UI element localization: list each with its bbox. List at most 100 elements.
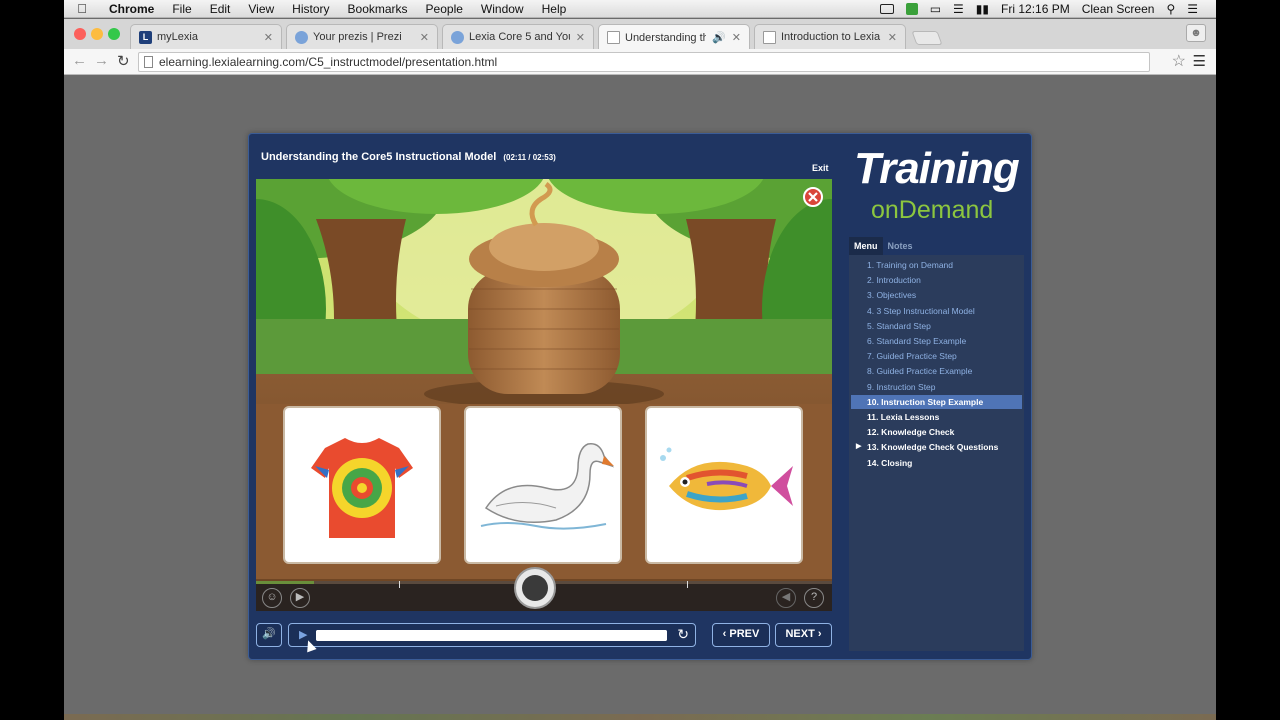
prev-button[interactable]: ‹ PREV bbox=[712, 623, 770, 647]
tab-understanding-core[interactable]: Understanding the Core 🔊 ✕ bbox=[598, 24, 750, 50]
tab-notes[interactable]: Notes bbox=[883, 237, 918, 255]
brand-ondemand: onDemand bbox=[871, 196, 994, 224]
menu-item[interactable]: 5. Standard Step bbox=[851, 319, 1022, 333]
page-icon bbox=[607, 31, 620, 44]
apple-icon[interactable]:  bbox=[64, 1, 100, 16]
menu-item[interactable]: 8. Guided Practice Example bbox=[851, 364, 1022, 378]
next-button[interactable]: NEXT › bbox=[775, 623, 832, 647]
menu-item[interactable]: 11. Lexia Lessons bbox=[851, 410, 1022, 424]
playback-bar[interactable]: ▶ ↻ bbox=[288, 623, 696, 647]
airplay-icon[interactable]: ▭ bbox=[924, 2, 947, 16]
exit-button[interactable]: Exit bbox=[812, 163, 829, 173]
speaker-icon[interactable]: ▶ bbox=[290, 588, 310, 608]
close-tab-icon[interactable]: ✕ bbox=[420, 31, 429, 44]
panel-tabs: Menu Notes bbox=[849, 237, 918, 255]
hint-person-icon[interactable]: ☺ bbox=[262, 588, 282, 608]
notification-center-icon[interactable]: ☰ bbox=[1181, 2, 1204, 16]
tab-lexia-core5[interactable]: Lexia Core 5 and You by Ki ✕ bbox=[442, 24, 594, 49]
chrome-menu-icon[interactable]: ☰ bbox=[1193, 52, 1206, 70]
wifi-icon[interactable]: ☰ bbox=[947, 2, 970, 16]
menu-edit[interactable]: Edit bbox=[201, 2, 240, 16]
next-label: NEXT bbox=[785, 628, 815, 640]
menu-item-label: 11. Lexia Lessons bbox=[867, 412, 940, 422]
chevron-left-icon: ‹ bbox=[722, 628, 727, 640]
close-tab-icon[interactable]: ✕ bbox=[264, 31, 273, 44]
elapsed-time: (02:11 / 02:53) bbox=[503, 153, 556, 162]
close-activity-icon[interactable] bbox=[803, 187, 823, 207]
menu-item[interactable]: 10. Instruction Step Example bbox=[851, 394, 1022, 409]
replay-audio-icon[interactable]: ◀ bbox=[776, 588, 796, 608]
battery-icon[interactable]: ▮▮ bbox=[970, 2, 995, 16]
browser-toolbar: ← → ↻ elearning.lexialearning.com/C5_ins… bbox=[64, 49, 1216, 75]
menu-item[interactable]: 14. Closing bbox=[851, 456, 1022, 470]
menu-window[interactable]: Window bbox=[472, 2, 533, 16]
menu-item-label: 14. Closing bbox=[867, 457, 913, 468]
close-tab-icon[interactable]: ✕ bbox=[732, 31, 741, 44]
card-tie-dye-shirt[interactable] bbox=[283, 406, 441, 564]
lesson-stage bbox=[256, 179, 832, 611]
activity-scrub-fill bbox=[256, 581, 314, 584]
clock[interactable]: Fri 12:16 PM bbox=[995, 2, 1076, 16]
menu-item-label: 6. Standard Step Example bbox=[867, 336, 967, 346]
close-tab-icon[interactable]: ✕ bbox=[888, 31, 897, 44]
menu-item[interactable]: 1. Training on Demand bbox=[851, 258, 1022, 272]
menu-item[interactable]: 9. Instruction Step bbox=[851, 380, 1022, 394]
progress-track[interactable] bbox=[316, 630, 667, 641]
menu-item[interactable]: 2. Introduction bbox=[851, 273, 1022, 287]
back-arrow-icon[interactable]: ← bbox=[72, 52, 87, 69]
menu-help[interactable]: Help bbox=[533, 2, 576, 16]
volume-button[interactable]: 🔊 bbox=[256, 623, 282, 647]
go-button[interactable] bbox=[514, 567, 556, 609]
menu-item[interactable]: ▶ 13. Knowledge Check Questions bbox=[851, 440, 1022, 454]
prezi-icon bbox=[295, 30, 308, 44]
minimize-window-button[interactable] bbox=[91, 28, 103, 40]
tab-intro-lexia[interactable]: Introduction to Lexia Read ✕ bbox=[754, 24, 906, 49]
menu-bookmarks[interactable]: Bookmarks bbox=[339, 2, 417, 16]
menu-item[interactable]: 12. Knowledge Check bbox=[851, 425, 1022, 439]
page-icon bbox=[763, 30, 776, 44]
replay-icon[interactable]: ↻ bbox=[677, 626, 689, 643]
menu-item[interactable]: 4. 3 Step Instructional Model bbox=[851, 304, 1022, 318]
progress-fill bbox=[316, 630, 667, 641]
tab-menu[interactable]: Menu bbox=[849, 237, 883, 255]
menu-item[interactable]: 7. Guided Practice Step bbox=[851, 349, 1022, 363]
menu-item-label: 2. Introduction bbox=[867, 275, 921, 286]
profile-icon[interactable]: ☻ bbox=[1186, 24, 1206, 42]
address-bar[interactable]: elearning.lexialearning.com/C5_instructm… bbox=[138, 52, 1150, 72]
audio-playing-icon[interactable]: 🔊 bbox=[712, 31, 726, 44]
menu-item[interactable]: 6. Standard Step Example bbox=[851, 334, 1022, 348]
close-window-button[interactable] bbox=[74, 28, 86, 40]
tab-mylexia[interactable]: L myLexia ✕ bbox=[130, 24, 282, 49]
camera-icon[interactable] bbox=[874, 2, 900, 16]
menu-item-label: 3. Objectives bbox=[867, 290, 917, 301]
help-icon[interactable]: ? bbox=[804, 588, 824, 608]
bookmark-star-icon[interactable]: ☆ bbox=[1172, 51, 1186, 71]
reload-icon[interactable]: ↻ bbox=[117, 52, 130, 70]
prezi-icon bbox=[451, 30, 464, 44]
menu-file[interactable]: File bbox=[163, 2, 200, 16]
mac-menubar:  Chrome File Edit View History Bookmark… bbox=[64, 0, 1216, 18]
menu-item[interactable]: 3. Objectives bbox=[851, 288, 1022, 302]
forward-arrow-icon[interactable]: → bbox=[94, 52, 109, 69]
new-tab-button[interactable] bbox=[911, 31, 943, 45]
menu-view[interactable]: View bbox=[239, 2, 283, 16]
clean-screen-menu[interactable]: Clean Screen bbox=[1076, 2, 1161, 16]
menu-history[interactable]: History bbox=[283, 2, 338, 16]
menu-item-label: 1. Training on Demand bbox=[867, 260, 953, 270]
card-swan[interactable] bbox=[464, 406, 622, 564]
page-info-icon[interactable] bbox=[144, 56, 153, 68]
address-url: elearning.lexialearning.com/C5_instructm… bbox=[159, 55, 498, 69]
menu-item-label: 10. Instruction Step Example bbox=[867, 396, 984, 407]
player-title: Understanding the Core5 Instructional Mo… bbox=[261, 151, 556, 163]
card-fish[interactable] bbox=[645, 406, 803, 564]
menu-app-name[interactable]: Chrome bbox=[100, 2, 163, 16]
zoom-window-button[interactable] bbox=[108, 28, 120, 40]
play-icon[interactable]: ▶ bbox=[299, 628, 307, 641]
tab-prezi[interactable]: Your prezis | Prezi ✕ bbox=[286, 24, 438, 49]
close-tab-icon[interactable]: ✕ bbox=[576, 31, 585, 44]
expand-arrow-icon[interactable]: ▶ bbox=[856, 440, 861, 454]
menu-people[interactable]: People bbox=[417, 2, 472, 16]
tab-title: Your prezis | Prezi bbox=[313, 31, 402, 43]
evernote-icon[interactable] bbox=[900, 2, 924, 16]
spotlight-search-icon[interactable]: ⚲ bbox=[1160, 2, 1181, 16]
